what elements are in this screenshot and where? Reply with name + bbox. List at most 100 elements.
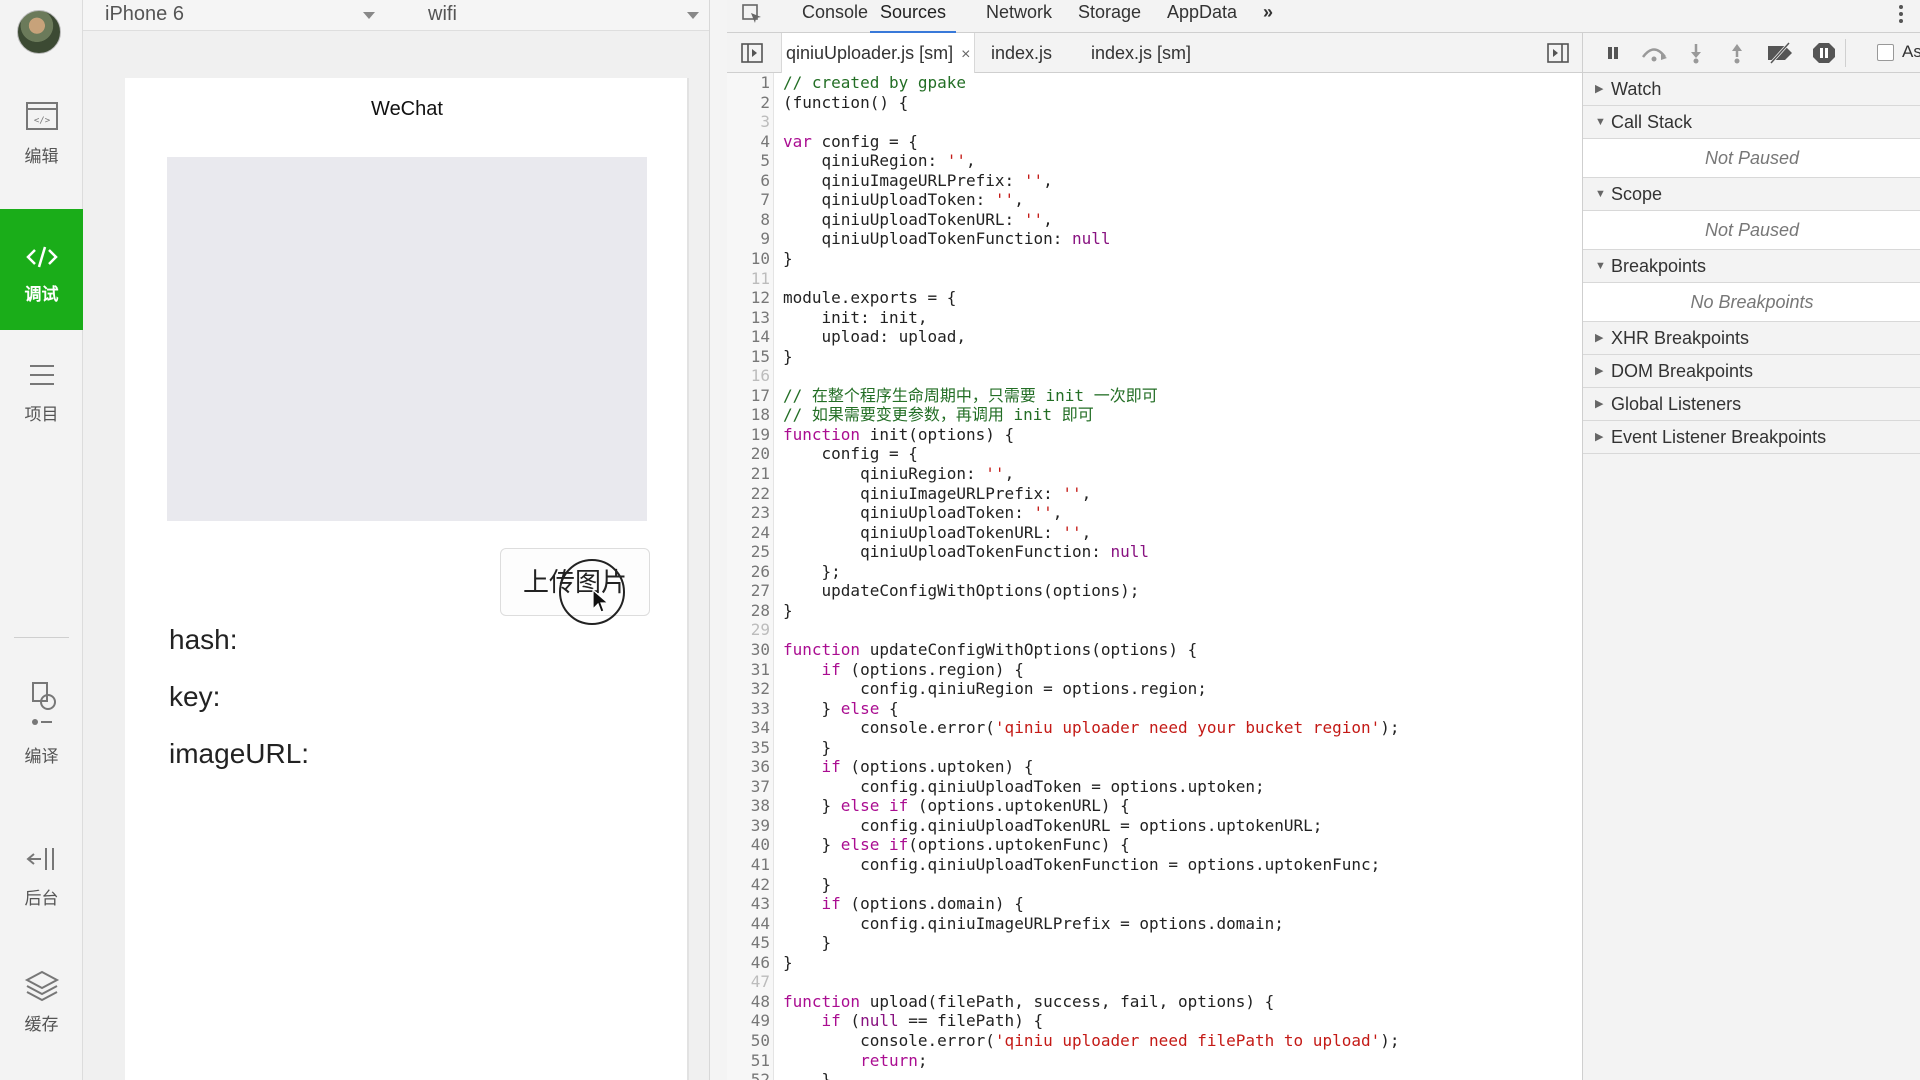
line-number[interactable]: 45 — [727, 933, 770, 953]
line-number[interactable]: 41 — [727, 855, 770, 875]
close-icon[interactable]: × — [961, 46, 970, 63]
tab-network[interactable]: Network — [986, 0, 1052, 33]
line-number[interactable]: 10 — [727, 249, 770, 269]
panel-splitter[interactable] — [709, 0, 727, 1080]
line-number[interactable]: 36 — [727, 757, 770, 777]
pause-icon[interactable] — [1601, 42, 1625, 64]
line-number[interactable]: 46 — [727, 953, 770, 973]
line-number[interactable]: 47 — [727, 972, 770, 992]
line-number[interactable]: 39 — [727, 816, 770, 836]
file-tab-qiniuuploader[interactable]: qiniuUploader.js [sm] × — [781, 33, 976, 74]
line-number[interactable]: 40 — [727, 835, 770, 855]
step-out-icon[interactable] — [1725, 42, 1749, 64]
line-number[interactable]: 14 — [727, 327, 770, 347]
device-select[interactable]: iPhone 6 — [105, 0, 375, 31]
section-watch[interactable]: ▶ Watch — [1583, 73, 1920, 106]
line-number[interactable]: 11 — [727, 269, 770, 289]
tab-storage[interactable]: Storage — [1078, 0, 1141, 33]
line-number[interactable]: 8 — [727, 210, 770, 230]
code-text: // 如果需要变更参数，再调用 init 即可 — [783, 405, 1094, 425]
pause-on-exceptions-icon[interactable] — [1812, 42, 1836, 64]
kebab-menu-icon[interactable] — [1895, 3, 1907, 25]
line-number[interactable]: 51 — [727, 1051, 770, 1071]
line-number[interactable]: 16 — [727, 366, 770, 386]
line-number[interactable]: 19 — [727, 425, 770, 445]
line-number[interactable]: 22 — [727, 484, 770, 504]
line-number[interactable]: 21 — [727, 464, 770, 484]
tab-sources[interactable]: Sources — [870, 0, 957, 33]
line-number[interactable]: 20 — [727, 444, 770, 464]
code-text: upload: upload, — [783, 327, 967, 347]
line-number[interactable]: 26 — [727, 562, 770, 582]
file-tab-index-sm[interactable]: index.js [sm] — [1087, 33, 1195, 73]
line-number[interactable]: 44 — [727, 914, 770, 934]
deactivate-breakpoints-icon[interactable] — [1765, 42, 1795, 64]
line-number[interactable]: 25 — [727, 542, 770, 562]
line-number[interactable]: 24 — [727, 523, 770, 543]
line-number[interactable]: 38 — [727, 796, 770, 816]
line-number[interactable]: 31 — [727, 660, 770, 680]
toggle-debugger-icon[interactable] — [1547, 43, 1569, 63]
collapse-arrow-icon: ▼ — [1595, 188, 1606, 200]
line-number[interactable]: 50 — [727, 1031, 770, 1051]
line-number[interactable]: 23 — [727, 503, 770, 523]
line-number[interactable]: 18 — [727, 405, 770, 425]
more-tabs-chevron[interactable]: » — [1263, 0, 1273, 33]
line-number[interactable]: 28 — [727, 601, 770, 621]
section-breakpoints[interactable]: ▼ Breakpoints — [1583, 250, 1920, 283]
section-global-listeners[interactable]: ▶ Global Listeners — [1583, 388, 1920, 421]
line-number[interactable]: 7 — [727, 190, 770, 210]
line-number[interactable]: 37 — [727, 777, 770, 797]
line-number[interactable]: 2 — [727, 93, 770, 113]
line-number[interactable]: 15 — [727, 347, 770, 367]
line-number[interactable]: 9 — [727, 229, 770, 249]
section-event-listener-breakpoints[interactable]: ▶ Event Listener Breakpoints — [1583, 421, 1920, 454]
line-number[interactable]: 30 — [727, 640, 770, 660]
section-call-stack[interactable]: ▼ Call Stack — [1583, 106, 1920, 139]
line-number[interactable]: 35 — [727, 738, 770, 758]
file-tab-index[interactable]: index.js — [987, 33, 1056, 73]
step-over-icon[interactable] — [1639, 42, 1669, 64]
expand-arrow-icon: ▶ — [1595, 365, 1604, 377]
code-text: } — [783, 874, 832, 894]
line-number[interactable]: 3 — [727, 112, 770, 132]
section-dom-breakpoints[interactable]: ▶ DOM Breakpoints — [1583, 355, 1920, 388]
code-editor[interactable]: 1 // created by gpake 2 (function() {3 4 var … — [727, 73, 1582, 1080]
line-number[interactable]: 48 — [727, 992, 770, 1012]
line-number[interactable]: 5 — [727, 151, 770, 171]
section-scope[interactable]: ▼ Scope — [1583, 178, 1920, 211]
line-number[interactable]: 42 — [727, 875, 770, 895]
inspect-element-icon[interactable] — [741, 3, 763, 25]
step-into-icon[interactable] — [1684, 42, 1708, 64]
line-number[interactable]: 27 — [727, 581, 770, 601]
toggle-navigator-icon[interactable] — [741, 43, 763, 63]
line-number[interactable]: 6 — [727, 171, 770, 191]
line-number[interactable]: 34 — [727, 718, 770, 738]
nav-item-project[interactable]: 项目 — [0, 358, 83, 425]
async-checkbox[interactable] — [1877, 44, 1894, 61]
section-xhr-breakpoints[interactable]: ▶ XHR Breakpoints — [1583, 322, 1920, 355]
nav-item-debug[interactable]: 调试 — [0, 209, 83, 330]
nav-item-compile[interactable]: 编译 — [0, 680, 83, 767]
user-avatar[interactable] — [17, 10, 61, 54]
nav-item-edit[interactable]: </> 编辑 — [0, 100, 83, 167]
tab-console[interactable]: Console — [802, 0, 868, 33]
tab-appdata[interactable]: AppData — [1167, 0, 1237, 33]
nav-item-cache[interactable]: 缓存 — [0, 968, 83, 1035]
line-number[interactable]: 29 — [727, 620, 770, 640]
nav-item-background[interactable]: 后台 — [0, 842, 83, 909]
line-number[interactable]: 4 — [727, 132, 770, 152]
line-number[interactable]: 33 — [727, 699, 770, 719]
line-number[interactable]: 49 — [727, 1011, 770, 1031]
network-select[interactable]: wifi — [428, 0, 703, 31]
line-number[interactable]: 52 — [727, 1070, 770, 1080]
line-number[interactable]: 12 — [727, 288, 770, 308]
line-number[interactable]: 32 — [727, 679, 770, 699]
line-number[interactable]: 43 — [727, 894, 770, 914]
line-number[interactable]: 13 — [727, 308, 770, 328]
code-window-icon: </> — [25, 102, 58, 130]
line-number[interactable]: 1 — [727, 73, 770, 93]
line-number[interactable]: 17 — [727, 386, 770, 406]
code-text: } else if (options.uptokenURL) { — [783, 796, 1130, 816]
section-title: Event Listener Breakpoints — [1611, 427, 1827, 447]
